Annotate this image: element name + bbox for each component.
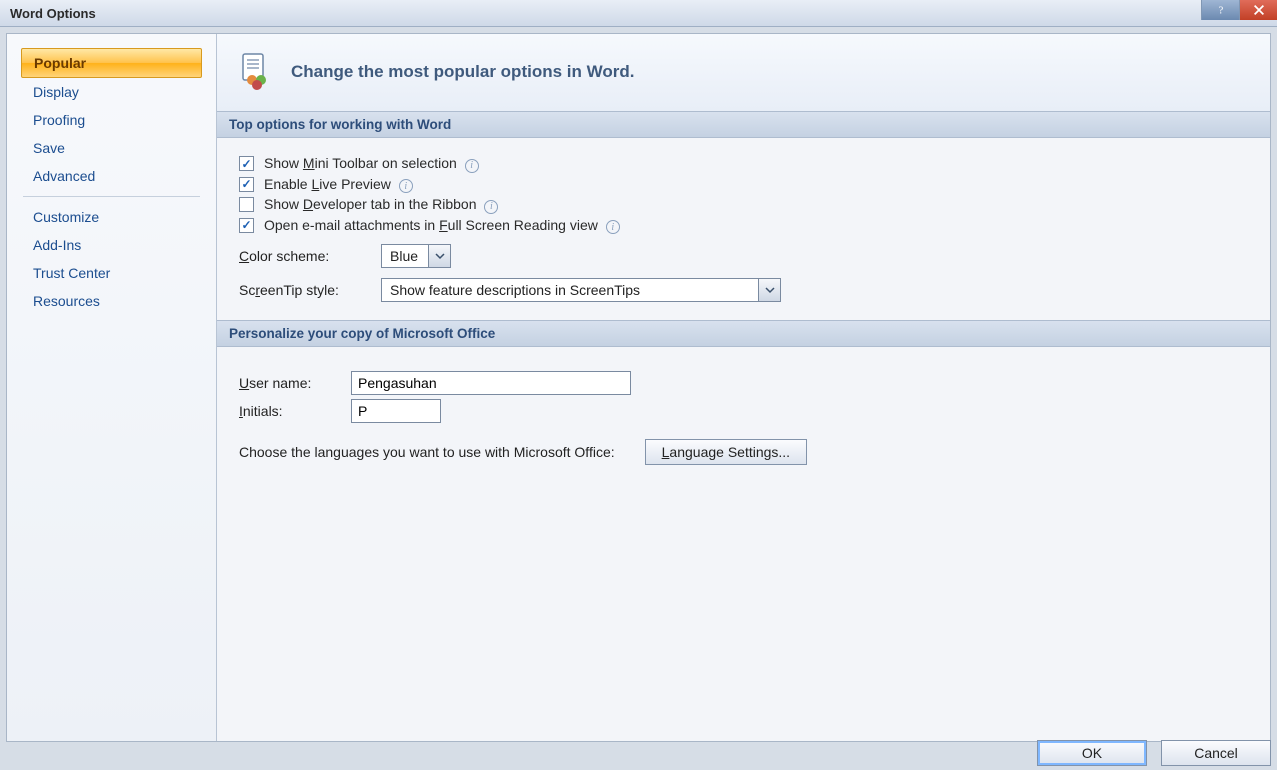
sidebar-item-label: Proofing (33, 112, 85, 128)
sidebar-separator (23, 196, 200, 197)
info-icon[interactable]: i (606, 220, 620, 234)
section-title-personalize: Personalize your copy of Microsoft Offic… (217, 320, 1270, 347)
sidebar-item-label: Display (33, 84, 79, 100)
sidebar-item-advanced[interactable]: Advanced (21, 162, 202, 190)
sidebar-item-resources[interactable]: Resources (21, 287, 202, 315)
page-heading: Change the most popular options in Word. (291, 62, 634, 82)
titlebar: Word Options ? (0, 0, 1277, 27)
checkbox-icon (239, 177, 254, 192)
checkbox-label: Show Mini Toolbar on selection i (264, 155, 479, 173)
sidebar-item-label: Advanced (33, 168, 95, 184)
sidebar-item-customize[interactable]: Customize (21, 203, 202, 231)
info-icon[interactable]: i (399, 179, 413, 193)
section-body-top-options: Show Mini Toolbar on selection i Enable … (217, 138, 1270, 320)
info-icon[interactable]: i (484, 200, 498, 214)
content-pane: Change the most popular options in Word.… (217, 34, 1270, 741)
checkbox-mini-toolbar[interactable]: Show Mini Toolbar on selection i (239, 155, 1248, 173)
checkbox-developer-tab[interactable]: Show Developer tab in the Ribbon i (239, 196, 1248, 214)
dropdown-value: Blue (390, 248, 428, 264)
initials-input[interactable] (351, 399, 441, 423)
sidebar-item-addins[interactable]: Add-Ins (21, 231, 202, 259)
help-button[interactable]: ? (1201, 0, 1239, 20)
sidebar-item-label: Trust Center (33, 265, 110, 281)
color-scheme-dropdown[interactable]: Blue (381, 244, 451, 268)
sidebar-item-trust-center[interactable]: Trust Center (21, 259, 202, 287)
screentip-style-label: ScreenTip style: (239, 282, 369, 298)
checkbox-full-screen-reading[interactable]: Open e-mail attachments in Full Screen R… (239, 217, 1248, 235)
checkbox-label: Show Developer tab in the Ribbon i (264, 196, 498, 214)
color-scheme-row: Color scheme: Blue (239, 244, 1248, 268)
svg-text:?: ? (1218, 6, 1223, 17)
username-input[interactable] (351, 371, 631, 395)
window-buttons: ? (1201, 0, 1277, 20)
sidebar-item-proofing[interactable]: Proofing (21, 106, 202, 134)
sidebar-item-label: Popular (34, 55, 86, 71)
info-icon[interactable]: i (465, 159, 479, 173)
sidebar-item-save[interactable]: Save (21, 134, 202, 162)
username-label: User name: (239, 375, 339, 391)
sidebar-item-popular[interactable]: Popular (21, 48, 202, 78)
sidebar-item-label: Save (33, 140, 65, 156)
sidebar-item-display[interactable]: Display (21, 78, 202, 106)
section-body-personalize: User name: Initials: Choose the language… (217, 347, 1270, 483)
page-heading-row: Change the most popular options in Word. (217, 34, 1270, 111)
color-scheme-label: Color scheme: (239, 248, 369, 264)
language-settings-button[interactable]: Language Settings... (645, 439, 807, 465)
initials-label: Initials: (239, 403, 339, 419)
close-button[interactable] (1239, 0, 1277, 20)
ok-button[interactable]: OK (1037, 740, 1147, 766)
screentip-style-row: ScreenTip style: Show feature descriptio… (239, 278, 1248, 302)
language-prompt: Choose the languages you want to use wit… (239, 444, 615, 460)
options-icon (237, 50, 277, 93)
checkbox-label: Enable Live Preview i (264, 176, 413, 194)
dialog-footer: OK Cancel (1037, 740, 1271, 766)
dropdown-value: Show feature descriptions in ScreenTips (390, 282, 758, 298)
screentip-style-dropdown[interactable]: Show feature descriptions in ScreenTips (381, 278, 781, 302)
checkbox-icon (239, 197, 254, 212)
window-title: Word Options (10, 6, 96, 21)
chevron-down-icon (428, 245, 450, 267)
checkbox-live-preview[interactable]: Enable Live Preview i (239, 176, 1248, 194)
initials-row: Initials: (239, 399, 1248, 423)
checkbox-label: Open e-mail attachments in Full Screen R… (264, 217, 620, 235)
section-title-top-options: Top options for working with Word (217, 111, 1270, 138)
checkbox-icon (239, 218, 254, 233)
sidebar-item-label: Resources (33, 293, 100, 309)
sidebar-item-label: Customize (33, 209, 99, 225)
language-row: Choose the languages you want to use wit… (239, 439, 1248, 465)
username-row: User name: (239, 371, 1248, 395)
chevron-down-icon (758, 279, 780, 301)
dialog-body: Popular Display Proofing Save Advanced C… (6, 33, 1271, 742)
checkbox-icon (239, 156, 254, 171)
sidebar-item-label: Add-Ins (33, 237, 81, 253)
sidebar: Popular Display Proofing Save Advanced C… (7, 34, 217, 741)
cancel-button[interactable]: Cancel (1161, 740, 1271, 766)
